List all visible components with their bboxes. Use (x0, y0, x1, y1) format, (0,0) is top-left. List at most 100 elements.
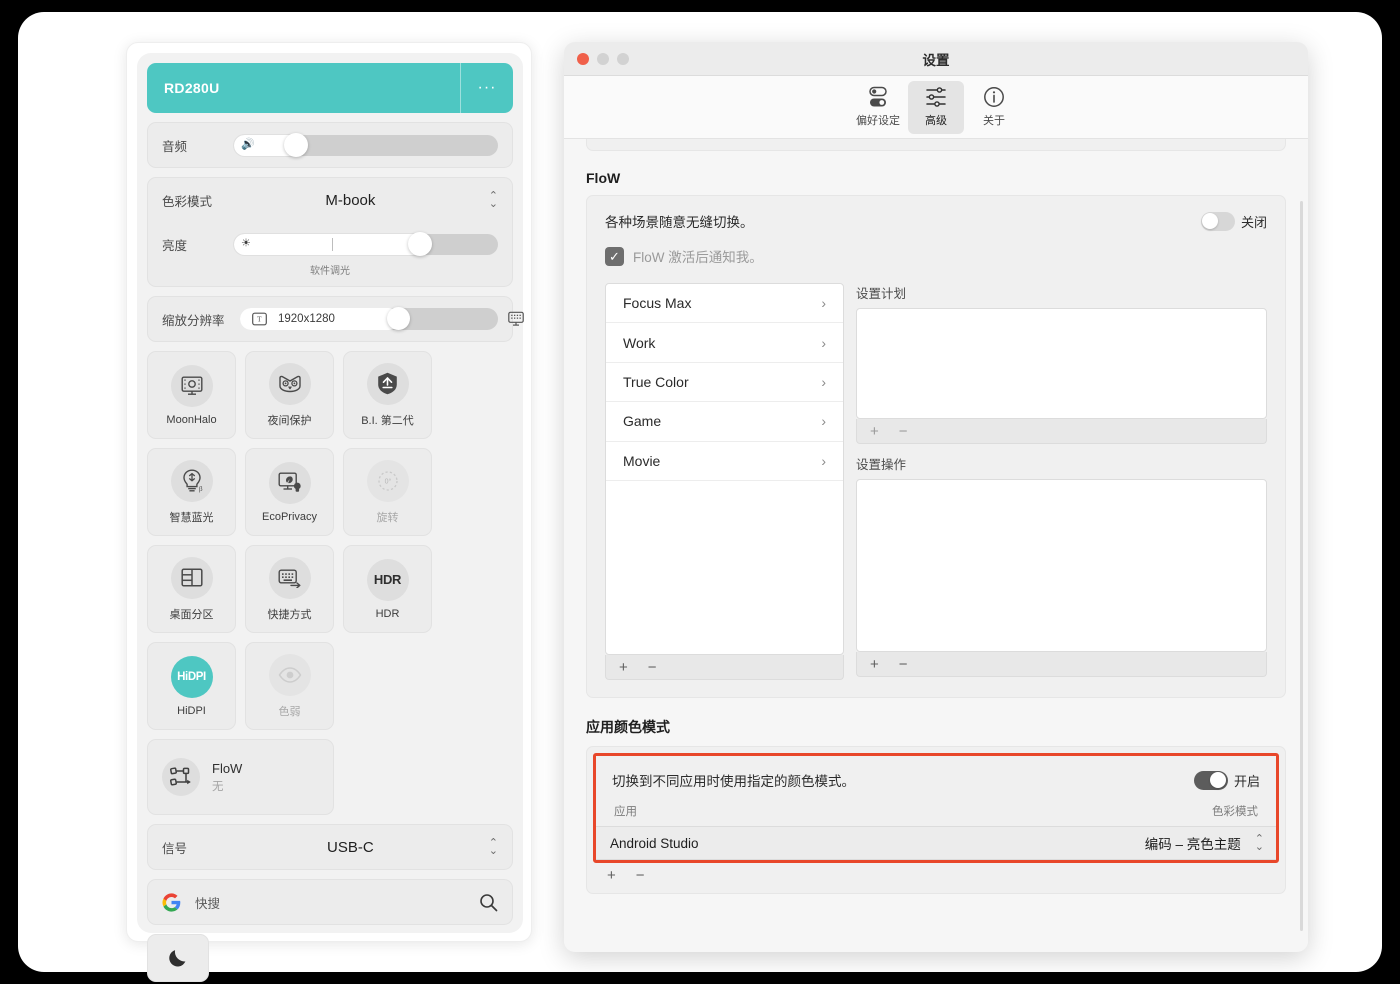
google-icon[interactable] (162, 893, 181, 912)
list-item[interactable]: True Color › (606, 363, 843, 402)
action-listbox[interactable] (856, 479, 1267, 652)
search-icon[interactable] (479, 893, 498, 912)
scenario-column: Focus Max › Work › True Color › (605, 283, 844, 680)
app-mode-cell-wrap[interactable]: 编码 – 亮色主题 ⌃⌄ (1145, 833, 1264, 853)
flow-card[interactable]: FloW 无 (147, 739, 334, 815)
ellipsis-icon[interactable]: ··· (460, 63, 513, 113)
tile-rotate[interactable]: 0° 旋转 (343, 448, 432, 536)
scenario-label: Movie (623, 453, 660, 469)
tile-label: 智慧蓝光 (170, 509, 214, 525)
app-mode-stepper-icon[interactable]: ⌃⌄ (1255, 835, 1264, 851)
tile-hidpi[interactable]: HiDPI HiDPI (147, 642, 236, 730)
flow-panel: 各种场景随意无缝切换。 关闭 ✓ FloW 激活后通知我。 Focus Max (586, 195, 1286, 698)
flow-toggle-wrap[interactable]: 关闭 (1201, 212, 1267, 231)
plan-action-column: 设置计划 + − 设置操作 + − (856, 283, 1267, 680)
flow-notify-row[interactable]: ✓ FloW 激活后通知我。 (605, 246, 1267, 266)
chevron-right-icon: › (821, 413, 826, 429)
tab-label: 偏好设定 (856, 112, 900, 128)
signal-row[interactable]: 信号 USB-C ⌃⌄ (148, 825, 512, 869)
tile-ecoprivacy[interactable]: EcoPrivacy (245, 448, 334, 536)
list-item[interactable]: Work › (606, 323, 843, 362)
keyboard-shortcut-icon (269, 557, 311, 599)
app-add-button[interactable]: + (607, 867, 616, 884)
tile-label: MoonHalo (166, 414, 216, 426)
brightness-slider[interactable]: ☀ (234, 234, 498, 255)
chevron-right-icon: › (821, 335, 826, 351)
resolution-label: 缩放分辨率 (162, 310, 234, 329)
tile-night-protection[interactable]: 夜间保护 (245, 351, 334, 439)
scenario-list[interactable]: Focus Max › Work › True Color › (605, 283, 844, 655)
list-item[interactable]: Focus Max › (606, 284, 843, 323)
content-scrollbar[interactable] (1300, 201, 1303, 931)
brightness-label: 亮度 (162, 235, 234, 254)
tile-label: HiDPI (177, 705, 206, 717)
flow-toggle[interactable] (1201, 212, 1235, 231)
text-scale-icon: T (252, 313, 267, 326)
color-mode-value: M-book (234, 192, 489, 209)
tile-desktop-partition[interactable]: 桌面分区 (147, 545, 236, 633)
audio-row: 音频 🔊 (148, 123, 512, 167)
tile-bi-gen2[interactable]: B.I. 第二代 (343, 351, 432, 439)
plan-add-button[interactable]: + (870, 424, 879, 439)
tile-color-weakness[interactable]: 色弱 (245, 642, 334, 730)
flow-section-title: FloW (586, 170, 1286, 186)
scenario-remove-button[interactable]: − (648, 660, 657, 675)
tile-label: HDR (376, 608, 400, 620)
action-list-footer: + − (856, 652, 1267, 677)
color-mode-row[interactable]: 色彩模式 M-book ⌃⌄ (148, 178, 512, 222)
flow-card-title: FloW (212, 761, 242, 776)
chevron-right-icon: › (821, 453, 826, 469)
resolution-value: 1920x1280 (278, 313, 335, 325)
monitor-select-row-clipped[interactable]: 选择显示器 RD280U (586, 139, 1286, 151)
hidpi-icon: HiDPI (171, 656, 213, 698)
moonhalo-icon (171, 365, 213, 407)
night-mode-button[interactable] (147, 934, 209, 982)
plan-remove-button[interactable]: − (899, 424, 908, 439)
toggles-icon (865, 86, 891, 108)
chevron-right-icon: › (821, 374, 826, 390)
list-item[interactable]: Game › (606, 402, 843, 441)
tile-hdr[interactable]: HDR HDR (343, 545, 432, 633)
settings-toolbar: 偏好设定 高级 关于 (564, 76, 1308, 139)
app-name-cell: Android Studio (610, 836, 699, 851)
signal-stepper-icon[interactable]: ⌃⌄ (489, 839, 498, 855)
app-remove-button[interactable]: − (636, 867, 645, 884)
desktop-surface: RD280U ··· 音频 🔊 色彩模式 M-book (18, 12, 1382, 972)
plan-listbox[interactable] (856, 308, 1267, 419)
flow-notify-checkbox[interactable]: ✓ (605, 247, 624, 266)
action-remove-button[interactable]: − (899, 657, 908, 672)
tile-smart-blue-light[interactable]: β 智慧蓝光 (147, 448, 236, 536)
brightness-row: 亮度 ☀ (148, 222, 512, 266)
color-mode-card: 色彩模式 M-book ⌃⌄ 亮度 ☀ 软件调光 (147, 177, 513, 287)
flow-description: 各种场景随意无缝切换。 (605, 211, 754, 231)
audio-label: 音频 (162, 136, 234, 155)
app-color-toggle[interactable] (1194, 771, 1228, 790)
search-card: 快搜 (147, 879, 513, 925)
tab-label: 高级 (925, 112, 947, 128)
search-row[interactable]: 快搜 (148, 880, 512, 924)
list-item[interactable]: Movie › (606, 442, 843, 481)
column-header-mode: 色彩模式 (1212, 803, 1258, 819)
tile-shortcut[interactable]: 快捷方式 (245, 545, 334, 633)
resolution-slider[interactable]: T 1920x1280 (240, 308, 498, 330)
tab-advanced[interactable]: 高级 (908, 81, 964, 134)
tab-about[interactable]: 关于 (966, 81, 1022, 134)
monitor-name-label: RD280U (147, 80, 460, 96)
app-color-description: 切换到不同应用时使用指定的颜色模式。 (612, 770, 855, 790)
app-color-toggle-wrap[interactable]: 开启 (1194, 771, 1260, 790)
signal-card: 信号 USB-C ⌃⌄ (147, 824, 513, 870)
audio-slider[interactable]: 🔊 (234, 135, 498, 156)
search-input[interactable]: 快搜 (195, 893, 465, 912)
flow-columns: Focus Max › Work › True Color › (605, 283, 1267, 680)
color-mode-stepper-icon[interactable]: ⌃⌄ (489, 192, 498, 208)
sliders-icon (923, 86, 949, 108)
table-row[interactable]: Android Studio 编码 – 亮色主题 ⌃⌄ (596, 826, 1276, 860)
flow-toggle-row: 各种场景随意无缝切换。 关闭 (605, 211, 1267, 231)
display-pilot-header: RD280U ··· (147, 63, 513, 113)
action-add-button[interactable]: + (870, 657, 879, 672)
color-mode-label: 色彩模式 (162, 191, 234, 210)
scenario-add-button[interactable]: + (619, 660, 628, 675)
tile-moonhalo[interactable]: MoonHalo (147, 351, 236, 439)
scenario-list-footer: + − (605, 655, 844, 680)
tab-preferences[interactable]: 偏好设定 (850, 81, 906, 134)
